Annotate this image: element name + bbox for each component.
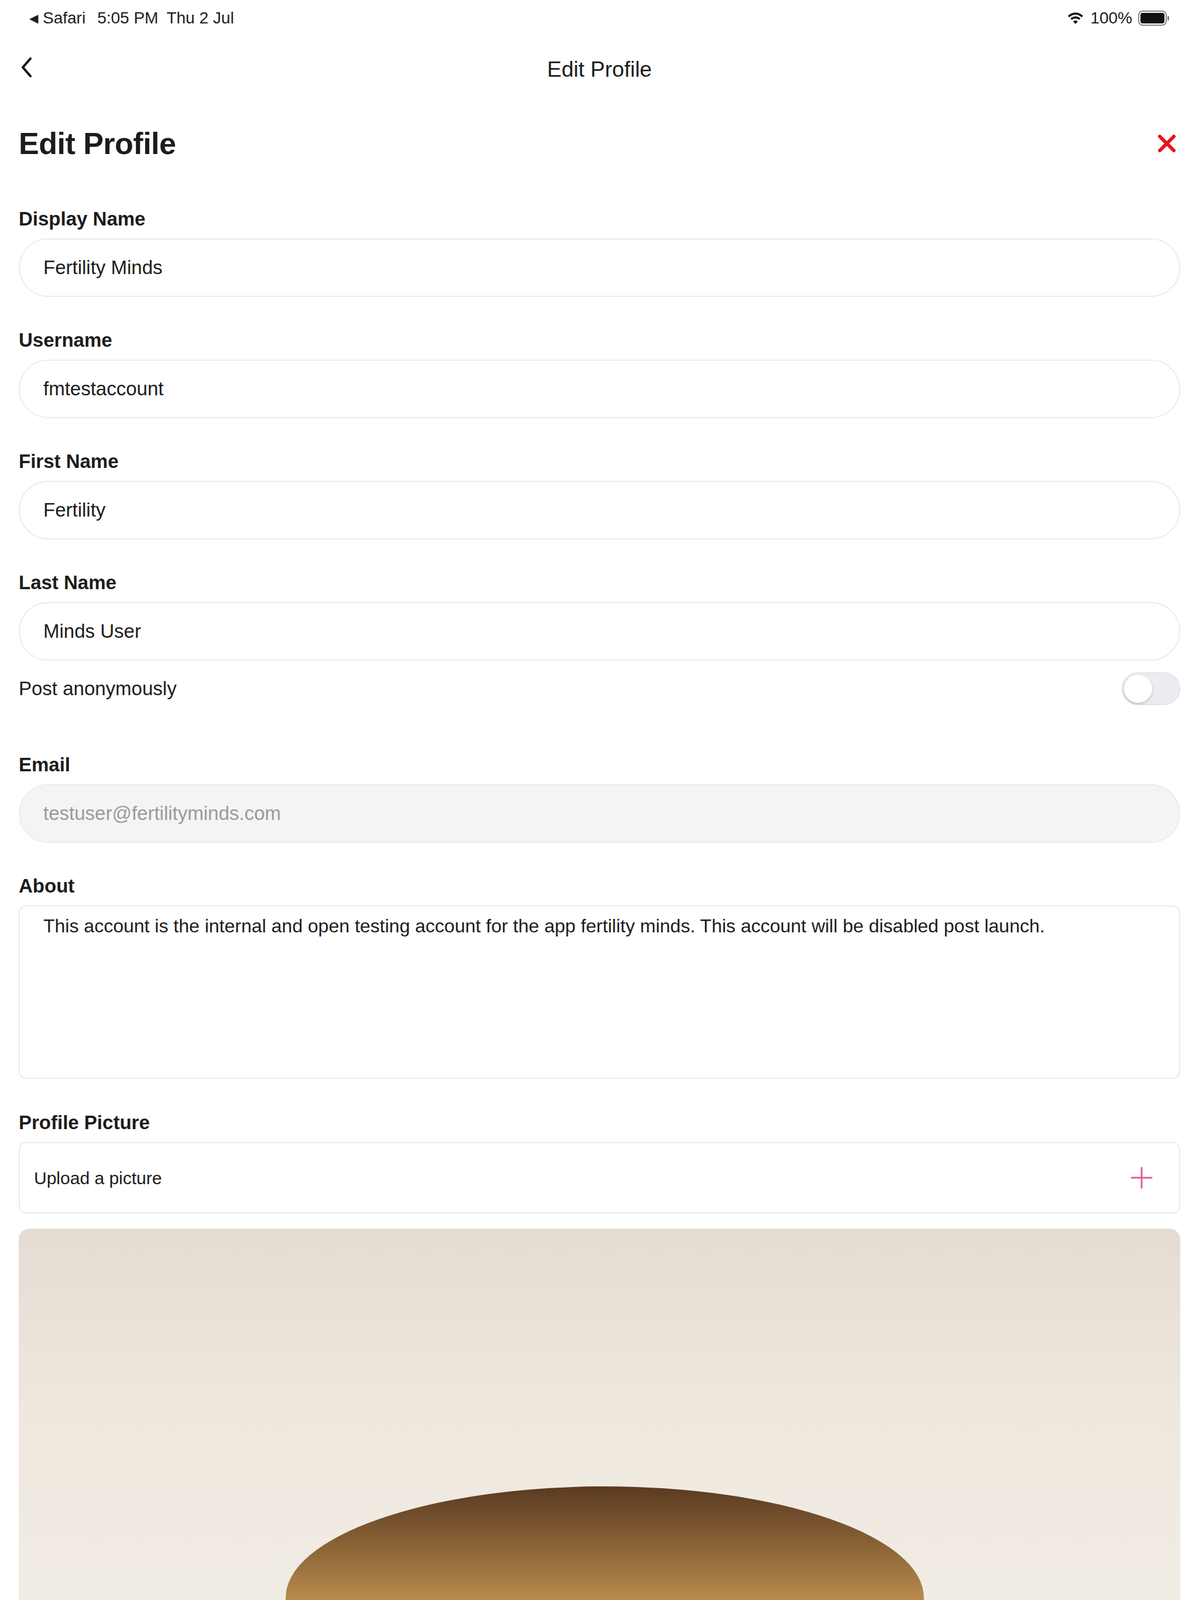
text-input[interactable]: fmtestaccount bbox=[18, 359, 1181, 419]
form-field: First Name Fertility bbox=[18, 448, 1181, 540]
form-field: About This account is the internal and op… bbox=[18, 872, 1181, 1079]
form-header: Edit Profile bbox=[18, 122, 1181, 164]
about-text[interactable]: This account is the internal and open te… bbox=[43, 915, 1046, 937]
page-heading: Edit Profile bbox=[18, 124, 176, 163]
input-value[interactable]: Fertility bbox=[43, 495, 106, 525]
toggle-label: Post anonymously bbox=[18, 673, 177, 704]
input-value: testuser@fertilityminds.com bbox=[43, 798, 282, 828]
back-app-label[interactable]: Safari bbox=[42, 5, 86, 31]
photo-subject bbox=[285, 1485, 924, 1600]
battery-icon bbox=[1138, 10, 1170, 26]
form-field: Last Name Minds User bbox=[18, 569, 1181, 661]
upload-label[interactable]: Upload a picture bbox=[33, 1164, 162, 1191]
form-field: Post anonymously bbox=[18, 672, 1181, 705]
text-input[interactable]: Fertility Minds bbox=[18, 238, 1181, 297]
about-textarea[interactable]: This account is the internal and open te… bbox=[18, 905, 1181, 1079]
anonymous-toggle[interactable] bbox=[1121, 672, 1181, 705]
form-field: Email testuser@fertilityminds.com bbox=[18, 751, 1181, 843]
status-bar: ◀Safari 5:05 PM Thu 2 Jul 100% bbox=[0, 0, 1199, 37]
field-label: Last Name bbox=[18, 569, 1181, 596]
toggle-knob bbox=[1124, 674, 1153, 703]
plus-icon[interactable] bbox=[1129, 1165, 1154, 1190]
profile-photo-preview bbox=[18, 1228, 1181, 1600]
input-value[interactable]: Minds User bbox=[43, 616, 142, 646]
nav-title: Edit Profile bbox=[547, 55, 653, 84]
close-icon[interactable] bbox=[1156, 133, 1177, 154]
back-chevron-icon[interactable] bbox=[18, 55, 36, 80]
text-input: testuser@fertilityminds.com bbox=[18, 783, 1181, 843]
form-field: Profile Picture Upload a picture bbox=[18, 1109, 1181, 1214]
field-label: First Name bbox=[18, 448, 1181, 475]
field-label: About bbox=[18, 872, 1181, 899]
field-label: Email bbox=[18, 751, 1181, 778]
status-time: 5:05 PM bbox=[97, 5, 159, 31]
status-right: 100% bbox=[1066, 5, 1170, 31]
back-app-glyph[interactable]: ◀ bbox=[29, 9, 39, 27]
back-to-app[interactable]: ◀Safari bbox=[29, 5, 86, 31]
edit-profile-form: Edit Profile Display Name Fertility Minds U… bbox=[0, 122, 1199, 1600]
field-label: Username bbox=[18, 327, 1181, 354]
input-value[interactable]: fmtestaccount bbox=[43, 374, 164, 404]
battery-level: 100% bbox=[1090, 5, 1133, 31]
text-input[interactable]: Minds User bbox=[18, 601, 1181, 661]
field-label: Profile Picture bbox=[18, 1109, 1181, 1136]
form-field: Display Name Fertility Minds bbox=[18, 206, 1181, 297]
form-field: Username fmtestaccount bbox=[18, 327, 1181, 419]
status-date: Thu 2 Jul bbox=[166, 5, 234, 31]
input-value[interactable]: Fertility Minds bbox=[43, 252, 163, 283]
field-label: Display Name bbox=[18, 206, 1181, 232]
status-left: ◀Safari 5:05 PM Thu 2 Jul bbox=[29, 5, 235, 31]
upload-picture-button[interactable]: Upload a picture bbox=[18, 1141, 1181, 1214]
nav-bar: Edit Profile bbox=[0, 36, 1199, 104]
text-input[interactable]: Fertility bbox=[18, 480, 1181, 540]
wifi-icon bbox=[1066, 11, 1085, 26]
